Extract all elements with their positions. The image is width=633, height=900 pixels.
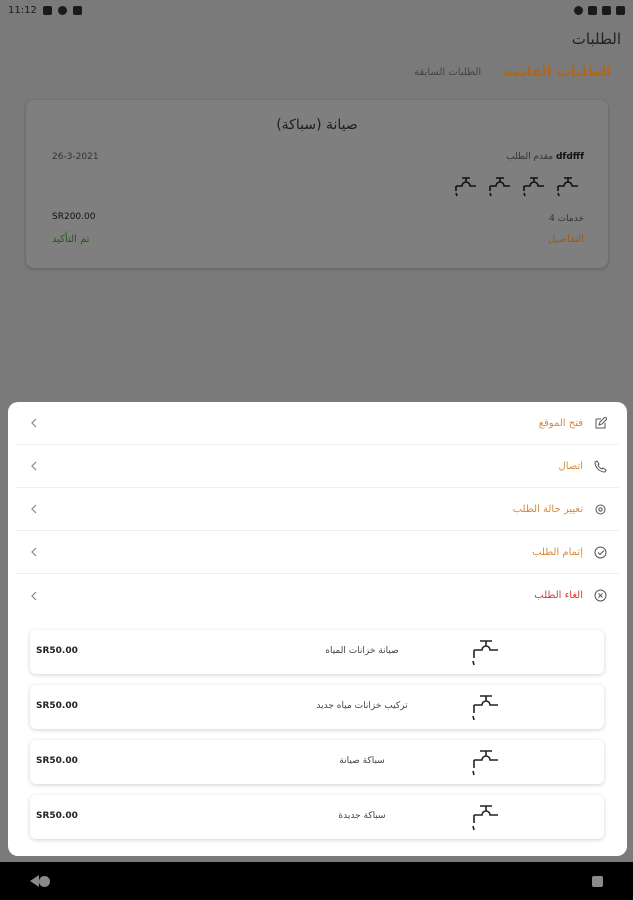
- action-open-location[interactable]: فتح الموقع: [16, 402, 619, 445]
- order-date: 26-3-2021: [52, 152, 99, 162]
- provider-info: مقدم الطلب dfdfff: [506, 152, 584, 162]
- home-icon[interactable]: [39, 875, 50, 887]
- faucet-icon: [472, 750, 498, 776]
- recents-icon[interactable]: [592, 875, 603, 887]
- service-item[interactable]: SR50.00 تركيب خزانات مياه جديد: [30, 685, 604, 729]
- faucet-icon: [489, 177, 510, 197]
- edit-icon: [593, 416, 607, 430]
- service-name: سباكة صيانة: [339, 756, 385, 766]
- details-link[interactable]: التفاصيل: [548, 234, 584, 245]
- faucet-icon: [455, 177, 476, 197]
- notification-icon: [57, 5, 67, 15]
- chevron-left-icon: [28, 417, 40, 429]
- chevron-left-icon: [28, 460, 40, 472]
- faucet-icon: [523, 177, 544, 197]
- status-badge: تم التأكيد: [52, 234, 90, 245]
- provider-name: dfdfff: [555, 152, 584, 162]
- status-time: 11:12: [8, 4, 37, 16]
- service-name: تركيب خزانات مياه جديد: [316, 701, 408, 711]
- action-label: تغيير حالة الطلب: [512, 503, 583, 515]
- gear-icon: [593, 502, 607, 516]
- tab-previous-orders[interactable]: الطلبات السابقة: [414, 67, 481, 78]
- tab-current-orders[interactable]: الطلبات القائمة: [503, 64, 611, 80]
- faucet-icon: [472, 695, 498, 721]
- chevron-left-icon: [28, 503, 40, 515]
- chevron-left-icon: [28, 546, 40, 558]
- services-icons-row: [452, 170, 584, 200]
- service-name: سباكة جديدة: [338, 811, 386, 821]
- system-nav-bar: [0, 862, 633, 900]
- action-label: الغاء الطلب: [534, 590, 583, 601]
- action-change-status[interactable]: تغيير حالة الطلب: [16, 488, 619, 531]
- services-list: SR50.00 صيانة خزانات المياه SR50.00 تركي…: [30, 630, 604, 850]
- cancel-circle-icon: [593, 589, 607, 603]
- action-label: اتصال: [558, 460, 583, 472]
- page-title: الطلبات: [571, 30, 621, 48]
- service-item[interactable]: SR50.00 سباكة صيانة: [30, 740, 604, 784]
- tabs: الطلبات القائمة الطلبات السابقة: [414, 64, 611, 80]
- sim-icon: [72, 5, 82, 15]
- order-price: SR200.00: [52, 212, 96, 222]
- chevron-left-icon: [28, 590, 40, 602]
- phone-icon: [593, 459, 607, 473]
- order-card[interactable]: صيانة (سباكة) مقدم الطلب dfdfff 26-3-202…: [26, 100, 608, 268]
- action-call[interactable]: اتصال: [16, 445, 619, 488]
- app-bar: الطلبات: [0, 20, 633, 58]
- notification-icon: [42, 5, 52, 15]
- check-circle-icon: [593, 545, 607, 559]
- action-cancel-order[interactable]: الغاء الطلب: [16, 574, 619, 617]
- wifi-icon: [588, 5, 597, 15]
- faucet-icon: [557, 177, 578, 197]
- services-count: 4 خدمات: [549, 214, 584, 224]
- service-item[interactable]: SR50.00 سباكة جديدة: [30, 795, 604, 839]
- faucet-icon: [472, 640, 498, 666]
- faucet-icon: [472, 805, 498, 831]
- actions-list: فتح الموقع اتصال تغيير حالة الطلب إتمام …: [8, 402, 627, 617]
- status-bar: 11:12: [0, 0, 633, 20]
- service-item[interactable]: SR50.00 صيانة خزانات المياه: [30, 630, 604, 674]
- battery-icon: [616, 5, 625, 15]
- provider-label: مقدم الطلب: [506, 152, 554, 162]
- back-icon[interactable]: [30, 875, 39, 887]
- action-complete-order[interactable]: إتمام الطلب: [16, 531, 619, 574]
- action-label: إتمام الطلب: [532, 546, 583, 558]
- order-title: صيانة (سباكة): [276, 117, 358, 133]
- location-icon: [574, 5, 583, 15]
- action-label: فتح الموقع: [538, 417, 583, 429]
- signal-icon: [602, 5, 611, 15]
- service-name: صيانة خزانات المياه: [325, 646, 399, 656]
- bottom-sheet: فتح الموقع اتصال تغيير حالة الطلب إتمام …: [8, 402, 627, 856]
